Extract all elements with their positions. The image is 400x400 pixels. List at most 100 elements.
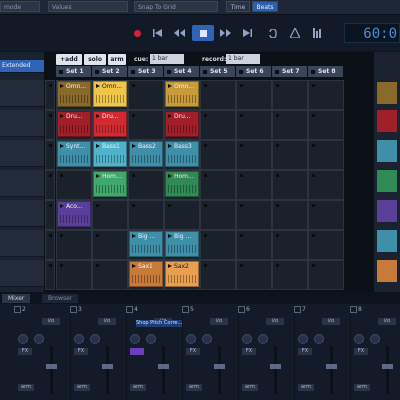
- clip[interactable]: Sax2: [165, 261, 199, 287]
- fast-forward-button[interactable]: [216, 25, 234, 41]
- send-knob[interactable]: [186, 334, 196, 344]
- send-knob[interactable]: [74, 334, 84, 344]
- volume-fader[interactable]: [274, 346, 277, 394]
- arm-button[interactable]: arm: [108, 54, 126, 65]
- skip-forward-button[interactable]: [238, 25, 256, 41]
- send-knob[interactable]: [130, 334, 140, 344]
- clip[interactable]: Omn...: [165, 81, 199, 107]
- send-knob[interactable]: [242, 334, 252, 344]
- channel-enable-checkbox[interactable]: [126, 306, 133, 313]
- arm-button[interactable]: arm: [18, 384, 34, 391]
- clip-slot[interactable]: [200, 230, 236, 260]
- mode-select[interactable]: mode: [0, 1, 40, 12]
- channel-enable-checkbox[interactable]: [182, 306, 189, 313]
- arm-button[interactable]: arm: [242, 384, 258, 391]
- clip-slot[interactable]: [200, 140, 236, 170]
- clip[interactable]: Synt...: [57, 141, 91, 167]
- clip-slot[interactable]: [308, 170, 344, 200]
- fader-handle[interactable]: [326, 364, 337, 369]
- clip[interactable]: Dru...: [57, 111, 91, 137]
- scene-column-header[interactable]: Set 3: [128, 66, 164, 77]
- channel-io-button[interactable]: i/o: [266, 318, 284, 325]
- pan-knob[interactable]: [146, 334, 156, 344]
- clip-slot[interactable]: [56, 230, 92, 260]
- channel-enable-checkbox[interactable]: [294, 306, 301, 313]
- clip-slot[interactable]: [272, 80, 308, 110]
- clip-slot[interactable]: [236, 170, 272, 200]
- channel-io-button[interactable]: i/o: [98, 318, 116, 325]
- clip[interactable]: Dru...: [93, 111, 127, 137]
- clip[interactable]: Bass1: [93, 141, 127, 167]
- clip-slot[interactable]: [200, 170, 236, 200]
- pan-knob[interactable]: [90, 334, 100, 344]
- clip-slot[interactable]: [200, 80, 236, 110]
- scene-column-header[interactable]: Set 2: [92, 66, 128, 77]
- channel-enable-checkbox[interactable]: [14, 306, 21, 313]
- clip-slot[interactable]: [308, 230, 344, 260]
- preset-selector[interactable]: Extended: [0, 60, 44, 73]
- track-header-6[interactable]: [0, 230, 44, 257]
- track-row-stop[interactable]: [45, 80, 55, 110]
- clip[interactable]: Aco...: [57, 201, 91, 227]
- solo-button[interactable]: solo: [84, 54, 106, 65]
- clip-slot[interactable]: [308, 110, 344, 140]
- pan-knob[interactable]: [202, 334, 212, 344]
- tuner-button[interactable]: [308, 25, 326, 41]
- clip[interactable]: Omn...: [93, 81, 127, 107]
- channel-io-button[interactable]: i/o: [378, 318, 396, 325]
- clip-slot[interactable]: [56, 260, 92, 290]
- volume-fader[interactable]: [330, 346, 333, 394]
- tab-mixer[interactable]: Mixer: [2, 294, 31, 303]
- tab-browser[interactable]: Browser: [42, 294, 79, 303]
- clip[interactable]: Bass3: [165, 141, 199, 167]
- clip[interactable]: Dru...: [165, 111, 199, 137]
- channel-enable-checkbox[interactable]: [70, 306, 77, 313]
- track-header-1[interactable]: [0, 80, 44, 107]
- clip-slot[interactable]: [236, 260, 272, 290]
- fader-handle[interactable]: [214, 364, 225, 369]
- track-header-5[interactable]: [0, 200, 44, 227]
- clip-slot[interactable]: [236, 140, 272, 170]
- volume-fader[interactable]: [218, 346, 221, 394]
- clip-slot[interactable]: [236, 110, 272, 140]
- send-knob[interactable]: [354, 334, 364, 344]
- values-select[interactable]: Values: [48, 1, 128, 12]
- clip-slot[interactable]: [308, 260, 344, 290]
- fader-handle[interactable]: [270, 364, 281, 369]
- clip-slot[interactable]: [236, 80, 272, 110]
- clip-slot[interactable]: [92, 230, 128, 260]
- channel-enable-checkbox[interactable]: [238, 306, 245, 313]
- track-header-7[interactable]: [0, 260, 44, 287]
- send-knob[interactable]: [18, 334, 28, 344]
- volume-fader[interactable]: [386, 346, 389, 394]
- clip-slot[interactable]: [128, 170, 164, 200]
- clip-slot[interactable]: [308, 200, 344, 230]
- track-row-stop[interactable]: [45, 140, 55, 170]
- loop-button[interactable]: [264, 25, 282, 41]
- clip-slot[interactable]: [272, 200, 308, 230]
- track-row-stop[interactable]: [45, 260, 55, 290]
- volume-fader[interactable]: [162, 346, 165, 394]
- clip-slot[interactable]: [272, 110, 308, 140]
- track-row-stop[interactable]: [45, 110, 55, 140]
- clip-slot[interactable]: [272, 260, 308, 290]
- clip[interactable]: Bass2: [129, 141, 163, 167]
- clip-slot[interactable]: [272, 230, 308, 260]
- scene-column-header[interactable]: Set 5: [200, 66, 236, 77]
- clip-slot[interactable]: [128, 200, 164, 230]
- fader-handle[interactable]: [46, 364, 57, 369]
- track-header-2[interactable]: [0, 110, 44, 137]
- pan-knob[interactable]: [258, 334, 268, 344]
- clip-slot[interactable]: [128, 80, 164, 110]
- track-row-stop[interactable]: [45, 230, 55, 260]
- arm-button[interactable]: arm: [354, 384, 370, 391]
- fx-button[interactable]: FX: [354, 348, 368, 355]
- clip-slot[interactable]: [236, 200, 272, 230]
- channel-io-button[interactable]: i/o: [42, 318, 60, 325]
- track-header-3[interactable]: [0, 140, 44, 167]
- fx-button[interactable]: FX: [74, 348, 88, 355]
- scene-column-header[interactable]: Set 8: [308, 66, 344, 77]
- fx-button[interactable]: FX: [186, 348, 200, 355]
- cue-select[interactable]: 1 bar: [150, 54, 184, 64]
- clip[interactable]: Omn...: [57, 81, 91, 107]
